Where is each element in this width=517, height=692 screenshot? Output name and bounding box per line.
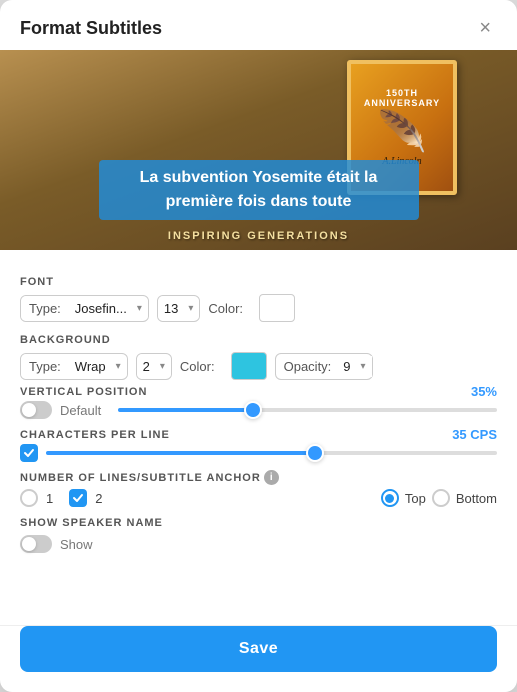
inspiring-text: INSPIRING GENERATIONS <box>168 230 349 242</box>
bg-size-select[interactable]: 2 ▾ <box>136 353 172 380</box>
characters-per-line-slider[interactable] <box>46 451 497 455</box>
lines-option1-radio[interactable] <box>20 489 38 507</box>
font-type-chevron[interactable]: ▾ <box>131 298 148 319</box>
bg-type-label: Type: <box>21 354 69 379</box>
bg-opacity-chevron[interactable]: ▾ <box>355 356 372 377</box>
font-type-select[interactable]: Type: Josefin... ▾ <box>20 295 149 322</box>
bg-opacity-label: Opacity: <box>276 354 340 379</box>
vertical-position-header: VERTICAL POSITION 35% <box>20 384 497 399</box>
font-section-label: FONT <box>20 276 497 288</box>
bg-opacity-value: 9 <box>339 354 354 379</box>
characters-per-line-header: CHARACTERS PER LINE 35 CPS <box>20 427 497 442</box>
anchor-bottom-label: Bottom <box>456 491 497 506</box>
form-area: FONT Type: Josefin... ▾ 13 ▾ Color: BACK… <box>0 250 517 623</box>
lines-subtitle-info-icon[interactable]: i <box>264 470 279 485</box>
anchor-top-radio[interactable] <box>381 489 399 507</box>
show-speaker-toggle[interactable] <box>20 535 52 553</box>
stamp-anniversary-text: 150TH ANNIVERSARY <box>351 88 453 108</box>
subtitle-text-line1: La subvention Yosemite était la <box>117 166 401 190</box>
background-row: Type: Wrap ▾ 2 ▾ Color: Opacity: 9 ▾ <box>20 352 497 380</box>
subtitle-text-line2: première fois dans toute <box>117 190 401 214</box>
bg-type-value: Wrap <box>69 354 110 379</box>
lines-option2-label: 2 <box>95 491 102 506</box>
font-color-picker[interactable] <box>259 294 295 322</box>
font-size-chevron[interactable]: ▾ <box>182 298 199 319</box>
lines-option1-label: 1 <box>46 491 53 506</box>
font-type-value: Josefin... <box>69 296 131 321</box>
modal-header: Format Subtitles × <box>0 0 517 50</box>
save-button[interactable]: Save <box>20 626 497 672</box>
anchor-bottom-radio[interactable] <box>432 489 450 507</box>
lines-subtitle-label: NUMBER OF LINES/SUBTITLE ANCHOR <box>20 472 261 484</box>
background-section-label: BACKGROUND <box>20 334 497 346</box>
show-speaker-row: Show <box>20 535 497 553</box>
font-row: Type: Josefin... ▾ 13 ▾ Color: <box>20 294 497 322</box>
font-type-label: Type: <box>21 296 69 321</box>
vertical-position-toggle[interactable] <box>20 401 52 419</box>
anchor-radio-group: Top Bottom <box>381 489 497 507</box>
lines-subtitle-row: 1 2 Top Bottom <box>20 489 497 507</box>
font-size-value: 13 <box>158 296 182 321</box>
vertical-position-slider-row: Default <box>20 401 497 419</box>
bg-color-label: Color: <box>180 354 223 379</box>
font-color-label: Color: <box>208 296 251 321</box>
lines-option2-checkbox[interactable] <box>69 489 87 507</box>
characters-checkbox[interactable] <box>20 444 38 462</box>
modal-title: Format Subtitles <box>20 18 162 39</box>
bg-type-select[interactable]: Type: Wrap ▾ <box>20 353 128 380</box>
vertical-position-pct: 35% <box>471 384 497 399</box>
bg-size-value: 2 <box>137 354 154 379</box>
close-button[interactable]: × <box>473 16 497 40</box>
characters-per-line-label: CHARACTERS PER LINE <box>20 429 170 441</box>
show-speaker-label: SHOW SPEAKER NAME <box>20 517 497 529</box>
vertical-position-label: VERTICAL POSITION <box>20 386 147 398</box>
vertical-position-slider[interactable] <box>118 408 497 412</box>
show-speaker-show-label: Show <box>60 537 110 552</box>
bg-opacity-group[interactable]: Opacity: 9 ▾ <box>275 353 373 380</box>
feather-icon: 🪶 <box>377 112 427 152</box>
preview-area: 150TH ANNIVERSARY 🪶 A.Lincoln La subvent… <box>0 50 517 250</box>
bg-size-chevron[interactable]: ▾ <box>154 356 171 377</box>
font-size-select[interactable]: 13 ▾ <box>157 295 201 322</box>
subtitle-overlay: La subvention Yosemite était la première… <box>99 160 419 220</box>
lines-subtitle-header: NUMBER OF LINES/SUBTITLE ANCHOR i <box>20 470 497 485</box>
characters-slider-row <box>20 444 497 462</box>
bg-type-chevron[interactable]: ▾ <box>110 356 127 377</box>
vertical-position-default: Default <box>60 403 110 418</box>
format-subtitles-modal: Format Subtitles × 150TH ANNIVERSARY 🪶 A… <box>0 0 517 692</box>
characters-per-line-cps: 35 CPS <box>452 427 497 442</box>
anchor-top-label: Top <box>405 491 426 506</box>
bg-color-picker[interactable] <box>231 352 267 380</box>
